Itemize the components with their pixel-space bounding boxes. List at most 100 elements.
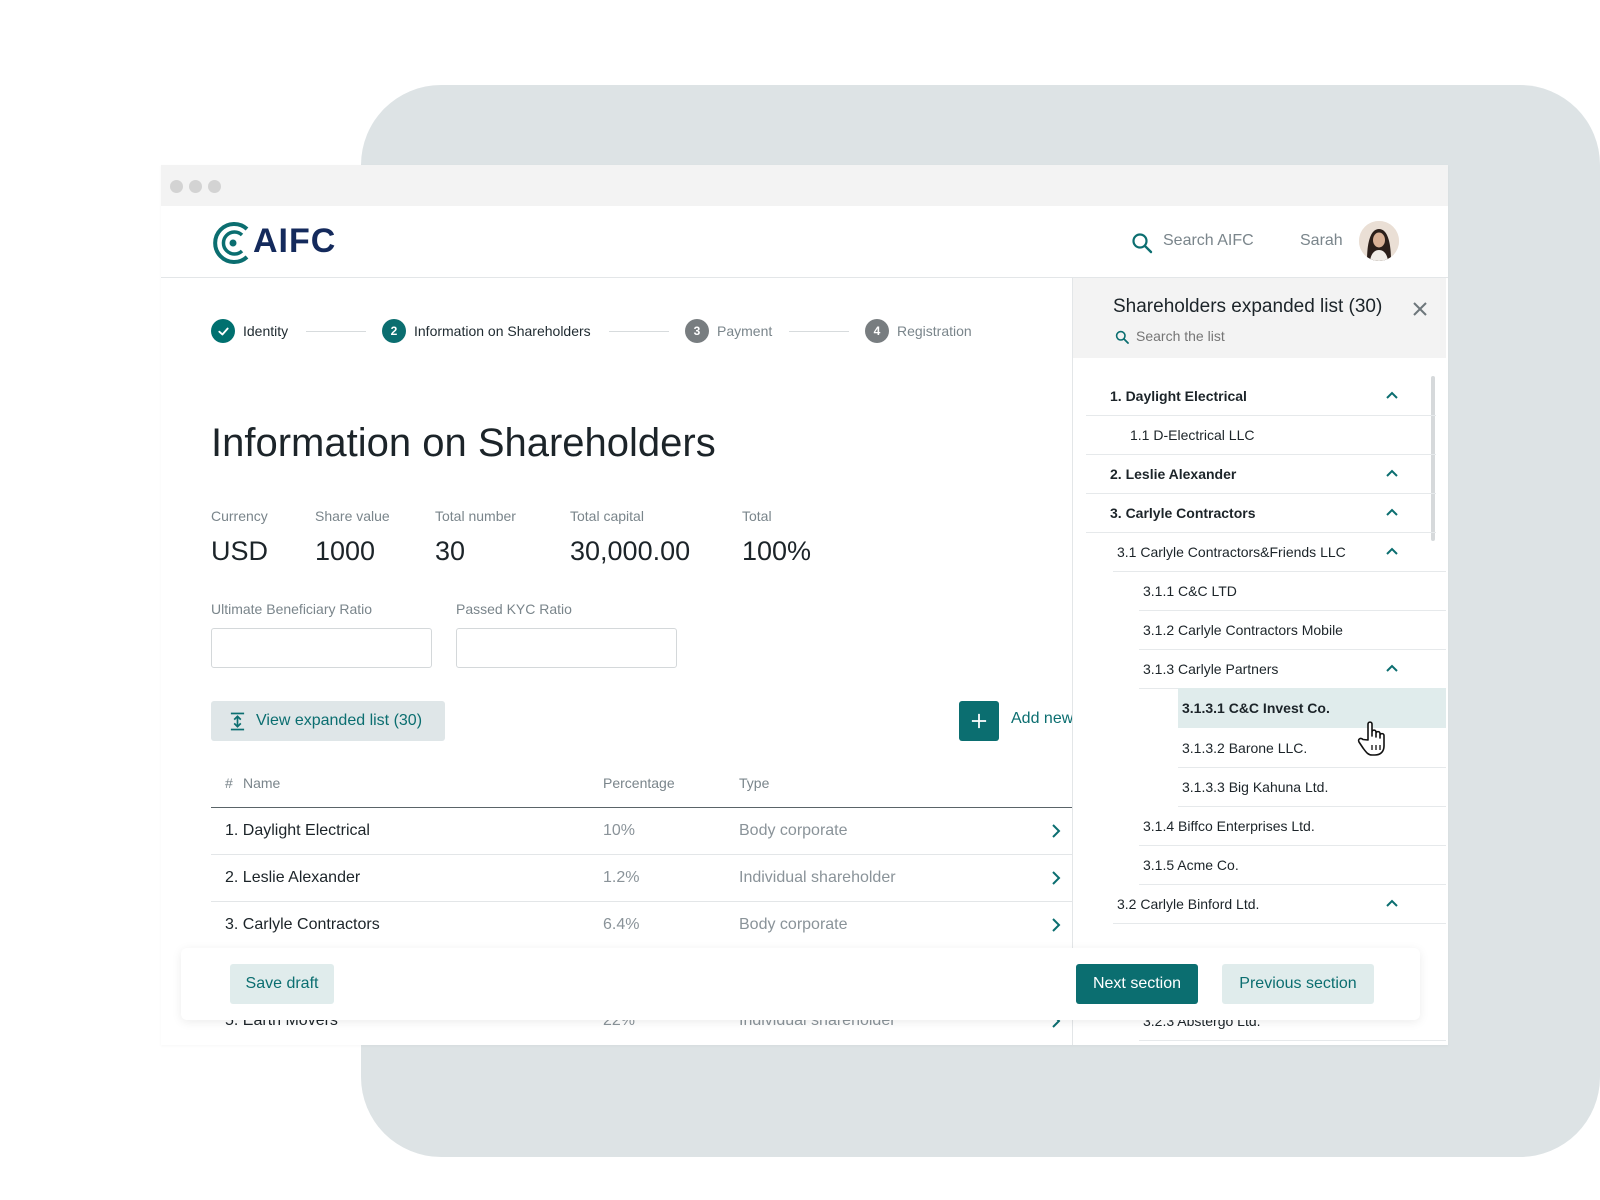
- tree-item[interactable]: 3.1.3.3 Big Kahuna Ltd.: [1178, 767, 1446, 807]
- tree-item-label: 3.1.1 C&C LTD: [1143, 583, 1237, 599]
- step-connector: [789, 331, 849, 332]
- tree-item[interactable]: 1.1 D-Electrical LLC: [1086, 415, 1436, 455]
- user-name[interactable]: Sarah: [1300, 232, 1343, 250]
- chevron-up-icon[interactable]: [1385, 507, 1399, 517]
- table-row[interactable]: 1. Daylight Electrical 10% Body corporat…: [211, 808, 1073, 855]
- view-expanded-list-button[interactable]: View expanded list (30): [211, 701, 445, 741]
- tree-item-label: 1. Daylight Electrical: [1110, 388, 1247, 404]
- tree-item-label: 3.1.3.2 Barone LLC.: [1182, 740, 1308, 756]
- user-avatar-icon: [1359, 221, 1399, 261]
- tree-item[interactable]: 3.1.5 Acme Co.: [1139, 845, 1446, 885]
- metric-total: Total 100%: [742, 508, 811, 567]
- metric-label: Total number: [435, 508, 516, 524]
- chevron-up-icon[interactable]: [1385, 390, 1399, 400]
- table-row[interactable]: 3. Carlyle Contractors 6.4% Body corpora…: [211, 902, 1073, 949]
- cell-name: 2. Leslie Alexander: [225, 869, 361, 886]
- metric-share-value: Share value 1000: [315, 508, 390, 567]
- tree-item-label: 2. Leslie Alexander: [1110, 466, 1237, 482]
- metric-currency: Currency USD: [211, 508, 268, 567]
- window-dot: [189, 180, 202, 193]
- search-aifc-link[interactable]: Search AIFC: [1163, 232, 1254, 250]
- tree-item[interactable]: 3.2 Carlyle Binford Ltd.: [1113, 884, 1446, 924]
- add-new-link[interactable]: Add new: [1011, 710, 1073, 728]
- add-new-button[interactable]: [959, 701, 999, 741]
- tree-item-label: 3.1.3 Carlyle Partners: [1143, 661, 1279, 677]
- tree-item-label: 3. Carlyle Contractors: [1110, 505, 1256, 521]
- tree-item[interactable]: 3.1.2 Carlyle Contractors Mobile: [1139, 610, 1446, 650]
- step-payment[interactable]: 3 Payment: [685, 319, 772, 343]
- tree-item[interactable]: 3. Carlyle Contractors: [1086, 493, 1436, 533]
- metric-total-capital: Total capital 30,000.00: [570, 508, 690, 567]
- step-label: Payment: [717, 323, 773, 339]
- metric-value: 100%: [742, 536, 812, 566]
- page-title: Information on Shareholders: [211, 421, 716, 465]
- kyc-ratio-field[interactable]: [456, 628, 677, 668]
- metric-value: USD: [211, 536, 269, 566]
- aifc-logo-icon: [213, 222, 249, 264]
- panel-search-input[interactable]: [1136, 328, 1386, 344]
- tree-item[interactable]: 2. Leslie Alexander: [1086, 454, 1436, 494]
- kyc-ratio-label: Passed KYC Ratio: [456, 601, 572, 617]
- tree-item[interactable]: 1. Daylight Electrical: [1086, 376, 1436, 416]
- tree-item[interactable]: 3.1.3.2 Barone LLC.: [1178, 728, 1446, 768]
- table-row[interactable]: 2. Leslie Alexander 1.2% Individual shar…: [211, 855, 1073, 902]
- column-header-type: Type: [739, 775, 770, 791]
- metric-label: Total: [742, 508, 772, 524]
- metric-value: 1000: [315, 536, 376, 566]
- metric-label: Share value: [315, 508, 390, 524]
- step-identity[interactable]: Identity: [211, 319, 288, 343]
- bottom-action-bar: Save draft Next section Previous section: [181, 948, 1420, 1020]
- logo-text: AIFC: [253, 222, 337, 260]
- step-connector: [306, 331, 366, 332]
- step-information-on-shareholders[interactable]: 2 Information on Shareholders: [382, 319, 591, 343]
- chevron-up-icon[interactable]: [1385, 898, 1399, 908]
- tree-item-label: 1.1 D-Electrical LLC: [1130, 427, 1255, 443]
- column-header-name: Name: [243, 775, 281, 791]
- step-number: 4: [865, 319, 889, 343]
- shareholders-expanded-panel: Shareholders expanded list (30) 1. Dayli…: [1072, 278, 1446, 1045]
- search-icon: [1115, 330, 1129, 344]
- cell-type: Body corporate: [739, 916, 848, 933]
- panel-title: Shareholders expanded list (30): [1113, 296, 1383, 317]
- column-header-number: #: [225, 775, 233, 791]
- tree-item-label: 3.1.5 Acme Co.: [1143, 857, 1239, 873]
- ubo-ratio-field[interactable]: [211, 628, 432, 668]
- tree-item[interactable]: 3.1.3 Carlyle Partners: [1139, 649, 1446, 689]
- save-draft-button[interactable]: Save draft: [230, 964, 334, 1004]
- chevron-right-icon[interactable]: [1049, 870, 1063, 886]
- tree-item[interactable]: 3.1.3.1 C&C Invest Co.: [1178, 688, 1446, 728]
- view-expanded-label: View expanded list (30): [256, 712, 423, 729]
- metric-value: 30,000.00: [570, 536, 691, 566]
- window-dot: [170, 180, 183, 193]
- plus-icon: [971, 713, 987, 729]
- cell-percentage: 10%: [603, 822, 636, 839]
- step-label: Identity: [243, 323, 289, 339]
- next-section-button[interactable]: Next section: [1076, 964, 1198, 1004]
- metric-total-number: Total number 30: [435, 508, 516, 567]
- ubo-ratio-label: Ultimate Beneficiary Ratio: [211, 601, 373, 617]
- check-icon: [211, 319, 235, 343]
- chevron-right-icon[interactable]: [1049, 917, 1063, 933]
- tree-item[interactable]: 3.1.4 Biffco Enterprises Ltd.: [1139, 806, 1446, 846]
- tree-item-label: 3.1.4 Biffco Enterprises Ltd.: [1143, 818, 1315, 834]
- step-registration[interactable]: 4 Registration: [865, 319, 972, 343]
- cell-name: 3. Carlyle Contractors: [225, 916, 380, 933]
- metric-label: Total capital: [570, 508, 644, 524]
- tree-item[interactable]: 3.1.1 C&C LTD: [1139, 571, 1446, 611]
- top-bar: AIFC Search AIFC Sarah: [161, 206, 1448, 278]
- cell-percentage: 6.4%: [603, 916, 640, 933]
- previous-section-button[interactable]: Previous section: [1222, 964, 1374, 1004]
- search-icon[interactable]: [1131, 232, 1153, 254]
- expand-vertical-icon: [230, 712, 245, 730]
- metric-label: Currency: [211, 508, 268, 524]
- cell-name: 1. Daylight Electrical: [225, 822, 370, 839]
- close-icon[interactable]: [1411, 300, 1429, 318]
- tree-item[interactable]: 3.1 Carlyle Contractors&Friends LLC: [1113, 532, 1446, 572]
- tree-item-label: 3.1.3.3 Big Kahuna Ltd.: [1182, 779, 1329, 795]
- chevron-up-icon[interactable]: [1385, 468, 1399, 478]
- step-number: 3: [685, 319, 709, 343]
- chevron-up-icon[interactable]: [1385, 663, 1399, 673]
- chevron-right-icon[interactable]: [1049, 823, 1063, 839]
- chevron-up-icon[interactable]: [1385, 546, 1399, 556]
- avatar[interactable]: [1359, 221, 1399, 261]
